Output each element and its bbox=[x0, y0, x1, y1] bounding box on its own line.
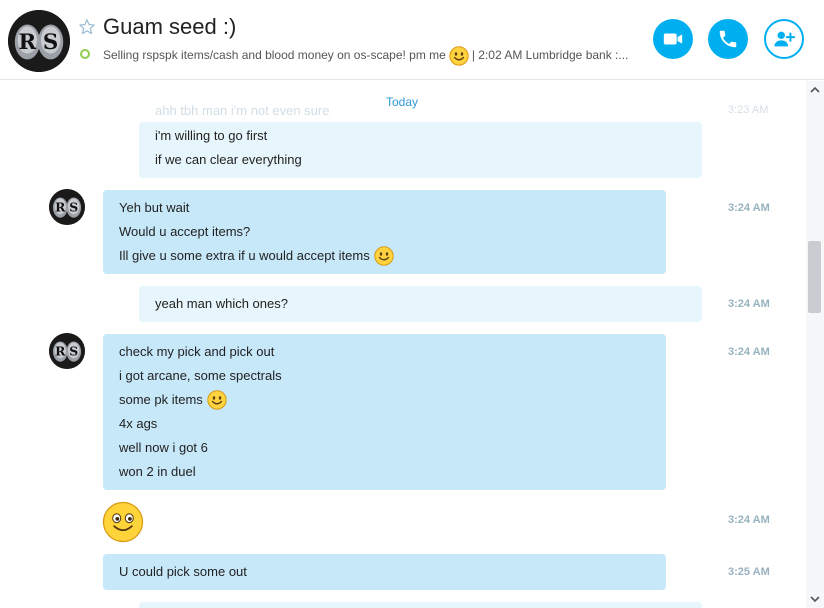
message-line: U could pick some out bbox=[119, 564, 247, 579]
message-timestamp: 3:24 AM bbox=[728, 298, 770, 310]
message-timestamp: 3:24 AM bbox=[728, 202, 770, 214]
rs-logo-icon bbox=[49, 333, 85, 369]
message-timestamp: 3:24 AM bbox=[728, 346, 770, 358]
message-bubble-incoming[interactable]: Yeh but wait Would u accept items? Ill g… bbox=[103, 190, 666, 274]
mood-suffix: | 2:02 AM Lumbridge bank :... bbox=[471, 48, 629, 63]
rs-logo-icon bbox=[49, 189, 85, 225]
message-line: i got arcane, some spectrals bbox=[119, 368, 282, 383]
vertical-scrollbar[interactable] bbox=[806, 81, 824, 608]
message-line: won 2 in duel bbox=[119, 464, 196, 479]
large-smile-emoticon-icon[interactable] bbox=[102, 501, 144, 543]
message-timestamp: 3:25 AM bbox=[728, 566, 770, 578]
scroll-up-arrow-icon[interactable] bbox=[806, 83, 824, 97]
message-line: some pk items bbox=[119, 388, 650, 412]
message-line: yeah man which ones? bbox=[155, 296, 288, 311]
date-divider: Today bbox=[385, 95, 419, 109]
message-line: Yeh but wait bbox=[119, 200, 190, 215]
conversation-header: Guam seed :) Selling rspspk items/cash a… bbox=[0, 0, 824, 80]
message-line: Ill give u some extra if u would accept … bbox=[119, 244, 650, 268]
message-text: Ill give u some extra if u would accept … bbox=[119, 248, 370, 263]
message-bubble-incoming[interactable]: U could pick some out bbox=[103, 554, 666, 590]
contact-avatar[interactable] bbox=[8, 10, 70, 72]
message-line: well now i got 6 bbox=[119, 440, 208, 455]
message-list[interactable]: Today ahh tbh man i'm not even sure 3:23… bbox=[0, 81, 808, 608]
message-line: check my pick and pick out bbox=[119, 344, 275, 359]
message-bubble-outgoing[interactable]: yeah man which ones? bbox=[139, 286, 702, 322]
presence-status-icon bbox=[80, 49, 90, 59]
message-line: if we can clear everything bbox=[155, 152, 302, 167]
video-camera-icon bbox=[663, 33, 683, 45]
message-line: i'm willing to go first bbox=[155, 128, 268, 143]
message-line: Would u accept items? bbox=[119, 224, 251, 239]
add-person-icon bbox=[774, 31, 795, 47]
add-participant-button[interactable] bbox=[764, 19, 804, 59]
message-bubble-outgoing[interactable]: i'm willing to go first if we can clear … bbox=[139, 122, 702, 178]
scrollbar-thumb[interactable] bbox=[808, 241, 821, 313]
message-bubble-outgoing[interactable] bbox=[139, 602, 702, 608]
sender-avatar[interactable] bbox=[49, 333, 85, 369]
message-bubble-incoming[interactable]: check my pick and pick out i got arcane,… bbox=[103, 334, 666, 490]
mood-text: Selling rspspk items/cash and blood mone… bbox=[103, 48, 446, 63]
favorite-star-icon[interactable] bbox=[78, 18, 96, 36]
video-call-button[interactable] bbox=[653, 19, 693, 59]
contact-name[interactable]: Guam seed :) bbox=[103, 14, 236, 40]
message-text: some pk items bbox=[119, 392, 203, 407]
message-timestamp: 3:24 AM bbox=[728, 514, 770, 526]
rs-logo-icon bbox=[8, 10, 70, 72]
phone-icon bbox=[719, 30, 737, 48]
smile-emoticon-icon bbox=[449, 46, 469, 66]
smile-emoticon-icon bbox=[374, 246, 394, 266]
audio-call-button[interactable] bbox=[708, 19, 748, 59]
message-line: 4x ags bbox=[119, 416, 158, 431]
smile-emoticon-icon bbox=[207, 390, 227, 410]
scroll-down-arrow-icon[interactable] bbox=[806, 592, 824, 606]
sender-avatar[interactable] bbox=[49, 189, 85, 225]
mood-message: Selling rspspk items/cash and blood mone… bbox=[103, 46, 638, 66]
